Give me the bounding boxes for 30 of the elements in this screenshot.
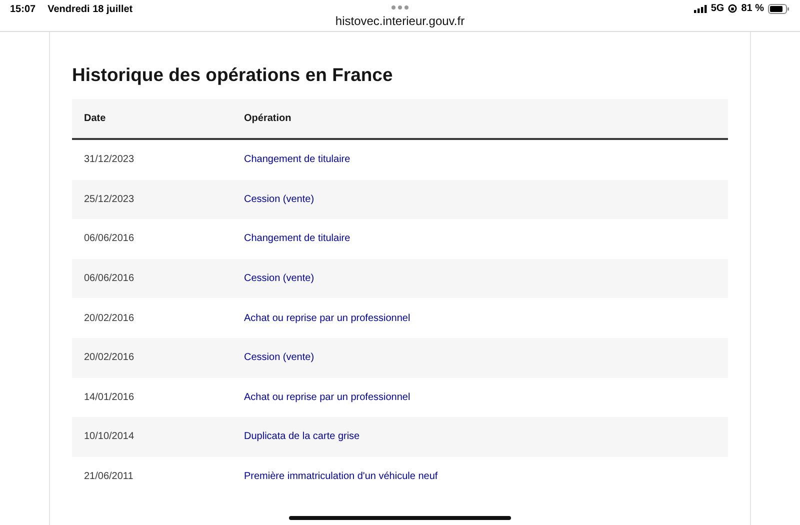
date-cell: 20/02/2016 <box>72 298 232 338</box>
status-date: Vendredi 18 juillet <box>48 4 133 15</box>
date-cell: 20/02/2016 <box>72 338 232 378</box>
date-cell: 06/06/2016 <box>72 219 232 259</box>
lock-rotation-icon <box>728 4 738 13</box>
date-cell: 21/06/2011 <box>72 456 232 496</box>
page-title: Historique des opérations en France <box>72 64 394 86</box>
battery-percent: 81 % <box>741 3 764 14</box>
operation-link[interactable]: Changement de titulaire <box>244 154 350 166</box>
date-cell: 06/06/2016 <box>72 258 232 298</box>
signal-icon <box>694 4 707 12</box>
operation-link[interactable]: Cession (vente) <box>244 273 314 284</box>
column-header: Date <box>72 99 232 139</box>
date-cell: 31/12/2023 <box>72 139 232 180</box>
operation-link[interactable]: Achat ou reprise par un professionnel <box>244 392 410 403</box>
more-icon[interactable] <box>391 5 409 10</box>
date-cell: 14/01/2016 <box>72 378 232 418</box>
operation-link[interactable]: Achat ou reprise par un professionnel <box>244 312 410 324</box>
network-label: 5G <box>710 3 724 14</box>
operation-link[interactable]: Cession (vente) <box>244 194 314 205</box>
operation-link[interactable]: Duplicata de la carte grise <box>244 431 360 442</box>
operation-link[interactable]: Changement de titulaire <box>244 233 350 244</box>
operation-link[interactable]: Cession (vente) <box>244 352 314 364</box>
clock-time: 15:07 <box>10 4 36 15</box>
operation-link[interactable]: Première immatriculation d'un véhicule neuf <box>244 471 438 482</box>
battery-icon <box>768 4 790 14</box>
date-cell: 10/10/2014 <box>72 417 232 457</box>
url-text[interactable]: histovec.interieur.gouv.fr <box>335 14 465 28</box>
column-header: Opération <box>232 99 728 139</box>
date-cell: 25/12/2023 <box>72 180 232 220</box>
